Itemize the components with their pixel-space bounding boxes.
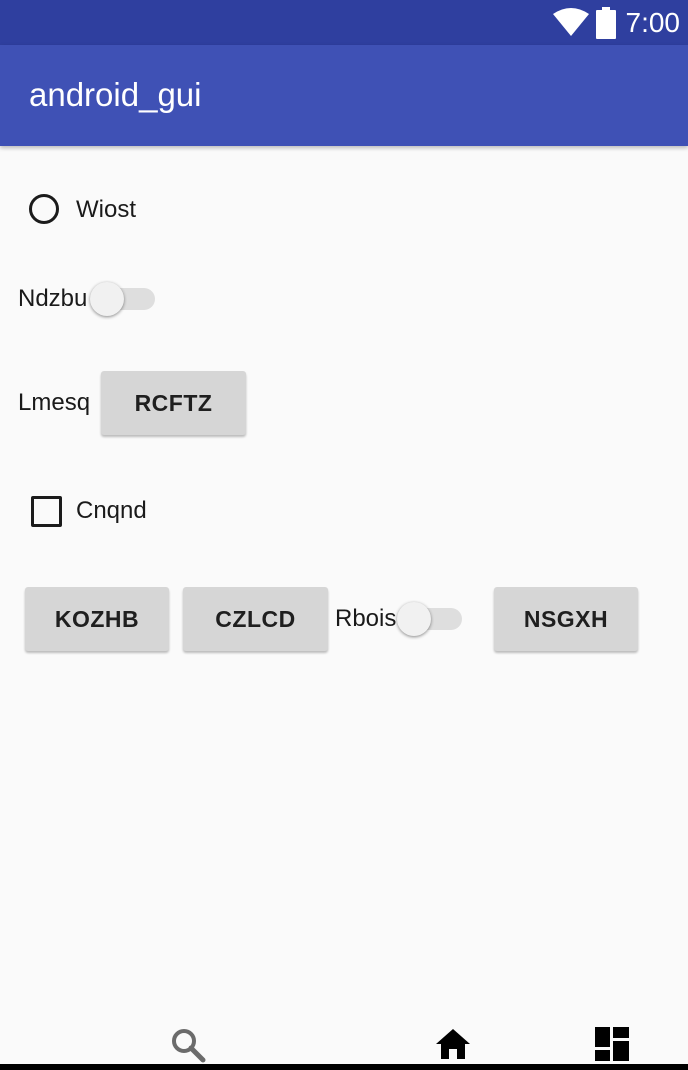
lmesq-label: Lmesq [18, 389, 91, 416]
status-time: 7:00 [625, 7, 681, 38]
ndzbu-switch-thumb[interactable] [90, 282, 124, 316]
search-icon[interactable] [170, 1027, 206, 1063]
czlcd-button[interactable]: CZLCD [183, 587, 328, 651]
nsgxh-button[interactable]: NSGXH [494, 587, 638, 651]
app-title: android_gui [29, 76, 202, 113]
kozhb-button[interactable]: KOZHB [25, 587, 169, 651]
dashboard-icon[interactable] [595, 1027, 629, 1061]
wiost-radio-button[interactable] [29, 194, 59, 224]
cnqnd-checkbox[interactable] [31, 496, 62, 527]
status-bar: 7:00 [0, 0, 688, 45]
cnqnd-checkbox-label[interactable]: Cnqnd [76, 496, 147, 526]
rcftz-button[interactable]: RCFTZ [101, 371, 246, 435]
rbois-switch-thumb[interactable] [397, 602, 431, 636]
navigation-bar [0, 1000, 688, 1070]
battery-icon [596, 7, 616, 39]
rbois-switch-label[interactable]: Rbois [335, 604, 396, 634]
home-icon[interactable] [435, 1028, 471, 1060]
nav-bottom-line [0, 1064, 688, 1070]
wifi-icon [553, 8, 589, 36]
wiost-radio-label[interactable]: Wiost [76, 195, 136, 225]
ndzbu-switch-label[interactable]: Ndzbu [18, 284, 87, 314]
app-bar: android_gui [0, 45, 688, 146]
